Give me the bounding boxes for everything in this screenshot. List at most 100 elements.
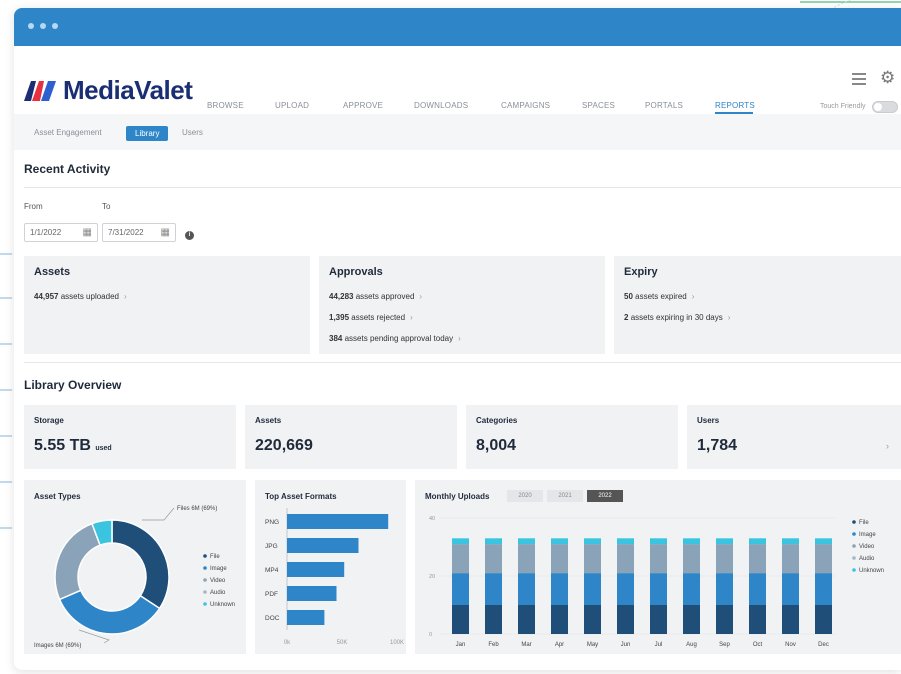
stat-value: 8,004	[476, 437, 517, 454]
window-dot[interactable]	[40, 23, 46, 29]
bar-sep-video[interactable]	[716, 544, 733, 574]
bar-sep-file[interactable]	[716, 605, 733, 634]
bar-pdf[interactable]	[287, 586, 337, 601]
tab-library[interactable]: Library	[126, 126, 169, 141]
brand-logo[interactable]: MediaValet	[23, 75, 193, 106]
legend-label-video: Video	[210, 578, 226, 584]
bar-jpg[interactable]	[287, 538, 359, 553]
bar-nov-unknown[interactable]	[782, 538, 799, 545]
bar-may-image[interactable]	[584, 573, 601, 605]
assets-expiring-link[interactable]: 2 assets expiring in 30 days ›	[624, 313, 730, 322]
bar-oct-image[interactable]	[749, 573, 766, 605]
tab-asset-engagement[interactable]: Asset Engagement	[34, 128, 102, 137]
chevron-right-icon: ›	[691, 292, 695, 301]
bar-aug-video[interactable]	[683, 544, 700, 574]
asset-types-card: Asset Types Files 6M (69%) Images 6M (69%…	[24, 480, 246, 654]
tab-users[interactable]: Users	[182, 128, 203, 137]
x-tick-label: 50K	[337, 640, 348, 646]
bar-dec-file[interactable]	[815, 605, 832, 634]
bar-nov-image[interactable]	[782, 573, 799, 605]
nav-item-downloads[interactable]: DOWNLOADS	[414, 101, 468, 110]
bar-jan-image[interactable]	[452, 573, 469, 605]
asset-types-chart: Files 6M (69%) Images 6M (69%) File Image Vi…	[34, 506, 235, 649]
info-icon[interactable]: i	[185, 231, 194, 240]
bar-apr-video[interactable]	[551, 544, 568, 574]
bar-jul-video[interactable]	[650, 544, 667, 574]
bar-jul-unknown[interactable]	[650, 538, 667, 545]
calendar-icon[interactable]: ▦	[161, 227, 170, 238]
bar-may-unknown[interactable]	[584, 538, 601, 545]
window-controls[interactable]	[28, 23, 58, 29]
window-dot[interactable]	[52, 23, 58, 29]
assets-uploaded-link[interactable]: 44,957 assets uploaded ›	[34, 292, 127, 301]
bar-jul-image[interactable]	[650, 573, 667, 605]
touch-friendly-toggle[interactable]	[872, 101, 898, 113]
bar-apr-file[interactable]	[551, 605, 568, 634]
bar-mar-file[interactable]	[518, 605, 535, 634]
bar-jun-file[interactable]	[617, 605, 634, 634]
bar-jun-unknown[interactable]	[617, 538, 634, 545]
y-tick-label: 40	[429, 516, 435, 522]
bar-aug-unknown[interactable]	[683, 538, 700, 545]
top-formats-card: Top Asset Formats PNG JPG MP4 PDF DOC 0k 50K 10…	[255, 480, 406, 654]
metric-text: assets approved	[355, 292, 415, 301]
legend-swatch	[203, 590, 207, 594]
bar-dec-unknown[interactable]	[815, 538, 832, 545]
bar-jul-file[interactable]	[650, 605, 667, 634]
bar-mar-image[interactable]	[518, 573, 535, 605]
bar-jun-image[interactable]	[617, 573, 634, 605]
bar-dec-image[interactable]	[815, 573, 832, 605]
assets-rejected-link[interactable]: 1,395 assets rejected ›	[329, 313, 413, 322]
bar-apr-image[interactable]	[551, 573, 568, 605]
nav-item-spaces[interactable]: SPACES	[582, 101, 615, 110]
bar-jan-file[interactable]	[452, 605, 469, 634]
bar-mar-unknown[interactable]	[518, 538, 535, 545]
bar-nov-video[interactable]	[782, 544, 799, 574]
window-titlebar	[14, 8, 901, 46]
from-date-input[interactable]: 1/1/2022 ▦	[24, 223, 98, 242]
nav-item-campaigns[interactable]: CAMPAIGNS	[501, 101, 550, 110]
bar-feb-file[interactable]	[485, 605, 502, 634]
bar-doc[interactable]	[287, 610, 325, 625]
nav-item-portals[interactable]: PORTALS	[645, 101, 683, 110]
bar-oct-file[interactable]	[749, 605, 766, 634]
bar-aug-file[interactable]	[683, 605, 700, 634]
assets-approved-link[interactable]: 44,283 assets approved ›	[329, 292, 422, 301]
nav-item-reports[interactable]: REPORTS	[715, 101, 755, 110]
window-dot[interactable]	[28, 23, 34, 29]
bar-mar-video[interactable]	[518, 544, 535, 574]
bar-png[interactable]	[287, 514, 389, 529]
assets-pending-link[interactable]: 384 assets pending approval today ›	[329, 334, 461, 343]
expiry-card: Expiry 50 assets expired › 2 assets expir…	[614, 256, 901, 354]
bar-may-video[interactable]	[584, 544, 601, 574]
bar-jan-unknown[interactable]	[452, 538, 469, 545]
bar-jun-video[interactable]	[617, 544, 634, 574]
bar-jan-video[interactable]	[452, 544, 469, 574]
stat-value: 5.55 TB used	[34, 437, 112, 455]
bar-oct-video[interactable]	[749, 544, 766, 574]
nav-item-approve[interactable]: APPROVE	[343, 101, 383, 110]
pie-slice-video[interactable]	[54, 522, 102, 601]
calendar-icon[interactable]: ▦	[83, 227, 92, 238]
bar-oct-unknown[interactable]	[749, 538, 766, 545]
bar-feb-unknown[interactable]	[485, 538, 502, 545]
bar-feb-image[interactable]	[485, 573, 502, 605]
assets-expired-link[interactable]: 50 assets expired ›	[624, 292, 694, 301]
nav-item-browse[interactable]: BROWSE	[207, 101, 244, 110]
menu-icon[interactable]	[852, 73, 866, 88]
stat-card-users[interactable]: Users 1,784 ›	[687, 405, 901, 469]
bar-mp4[interactable]	[287, 562, 345, 577]
active-nav-underline	[715, 112, 753, 114]
bar-nov-file[interactable]	[782, 605, 799, 634]
bar-dec-video[interactable]	[815, 544, 832, 574]
bar-sep-unknown[interactable]	[716, 538, 733, 545]
bar-may-file[interactable]	[584, 605, 601, 634]
nav-item-upload[interactable]: UPLOAD	[275, 101, 309, 110]
bar-aug-image[interactable]	[683, 573, 700, 605]
annotation-leader	[142, 507, 175, 521]
gear-icon[interactable]: ⚙	[880, 68, 895, 88]
bar-apr-unknown[interactable]	[551, 538, 568, 545]
bar-sep-image[interactable]	[716, 573, 733, 605]
bar-feb-video[interactable]	[485, 544, 502, 574]
to-date-input[interactable]: 7/31/2022 ▦	[102, 223, 176, 242]
